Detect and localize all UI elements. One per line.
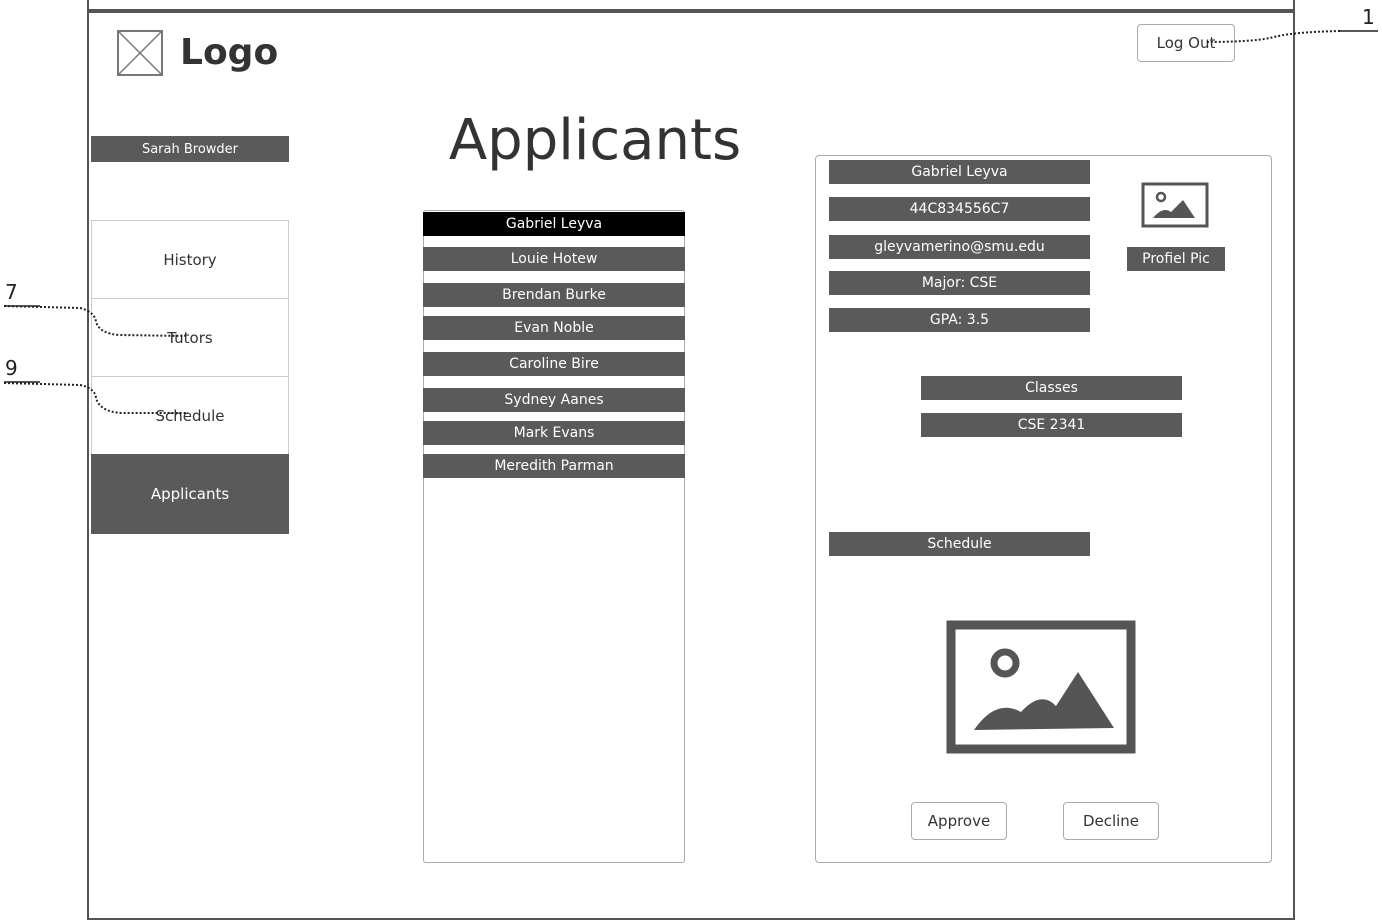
callout-lines — [3, 30, 1378, 414]
